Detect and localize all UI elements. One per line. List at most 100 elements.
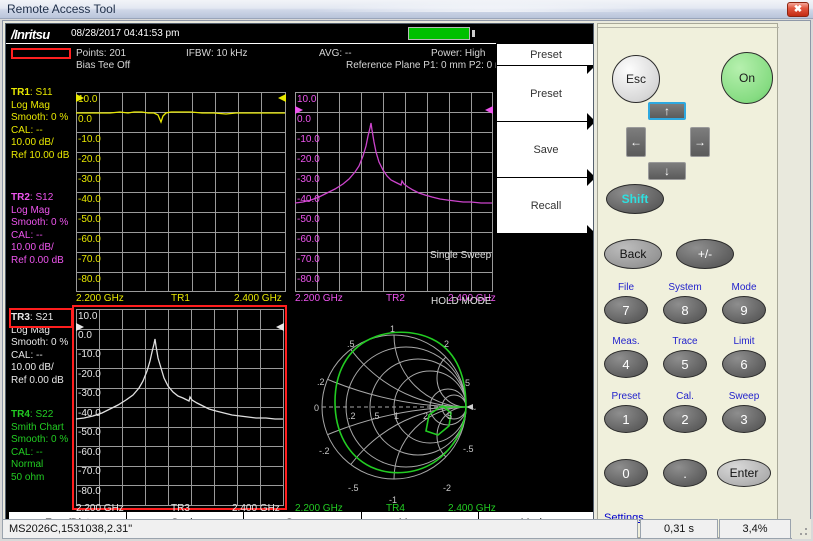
key-7[interactable]: 7 <box>604 296 648 324</box>
tr1-param: S11 <box>35 87 53 98</box>
titlebar-glare <box>300 0 680 12</box>
key-label-preset: Preset <box>611 391 641 402</box>
trace-label-tr1[interactable]: TR1: S11 Log Mag Smooth: 0 % CAL: -- 10.… <box>11 87 69 162</box>
keypad-divider <box>598 27 779 28</box>
tr2-cal: CAL: -- <box>11 229 43 241</box>
key-label-limit: Limit <box>733 336 755 347</box>
status-elapsed-time: 0,31 s <box>640 519 718 539</box>
key-label-trace: Trace <box>672 336 698 347</box>
svg-text:-.2: -.2 <box>319 446 330 456</box>
arrow-up-icon[interactable]: ↑ <box>648 102 686 120</box>
arrow-left-icon[interactable]: ← <box>626 127 646 157</box>
tr2-ytick-3: -20.0 <box>297 154 320 165</box>
reference-plane-label: Reference Plane P1: 0 mm P2: 0 mm <box>346 60 512 71</box>
svg-text:5: 5 <box>465 378 470 388</box>
window-titlebar: Remote Access Tool ✖ <box>0 0 813 19</box>
graph-tr3[interactable] <box>76 309 284 506</box>
tr3-ytick-6: -50.0 <box>78 427 101 438</box>
tr4-ref: 50 ohm <box>11 471 45 483</box>
tr2-ytick-2: -10.0 <box>297 134 320 145</box>
trace-label-tr2[interactable]: TR2: S12 Log Mag Smooth: 0 % CAL: -- 10.… <box>11 192 68 267</box>
ifbw-label: IFBW: 10 kHz <box>186 48 248 59</box>
key-9[interactable]: 9 <box>722 296 766 324</box>
tr4-format: Smith Chart <box>11 421 64 433</box>
tr1-ytick-5: -40.0 <box>78 194 101 205</box>
tr1-graph-label: TR1 <box>171 293 190 304</box>
key-1[interactable]: 1 <box>604 405 648 433</box>
key-4[interactable]: 4 <box>604 350 648 378</box>
tr3-param: S21 <box>35 312 54 323</box>
tr3-ref: Ref 0.00 dB <box>11 374 64 386</box>
softkey-save[interactable]: Save <box>496 121 593 178</box>
key-5[interactable]: 5 <box>663 350 707 378</box>
tr4-scale: Normal <box>11 459 44 470</box>
tr2-ytick-6: -50.0 <box>297 214 320 225</box>
svg-text:5: 5 <box>447 411 452 421</box>
esc-button[interactable]: Esc <box>612 55 660 103</box>
key-label-system: System <box>668 282 702 293</box>
instrument-screen: /Inritsu 08/28/2017 04:41:53 pm Points: … <box>5 23 594 538</box>
tr4-id: TR4 <box>11 409 30 420</box>
tr1-ytick-9: -80.0 <box>78 274 101 285</box>
window-title: Remote Access Tool <box>7 2 116 16</box>
key-label-file: File <box>617 282 635 293</box>
key-2[interactable]: 2 <box>663 405 707 433</box>
tr4-smooth: Smooth: 0 % <box>11 434 69 445</box>
power-label: Power: High <box>431 48 486 59</box>
arrow-down-icon[interactable]: ↓ <box>648 162 686 180</box>
plus-minus-button[interactable]: +/- <box>676 239 734 269</box>
graph-tr4-smith[interactable]: 1 2 .5 5 .2 0 ~ -.2 -.5 -.5 -2 -1 .2 .5 <box>295 309 493 506</box>
softkey-preset[interactable]: Preset <box>496 65 593 122</box>
key-0[interactable]: 0 <box>604 459 648 487</box>
back-button[interactable]: Back <box>604 239 662 269</box>
key-3[interactable]: 3 <box>722 405 766 433</box>
softkey-menu-filler <box>496 234 593 536</box>
tr1-stop-freq: 2.400 GHz <box>234 293 282 304</box>
tr3-ytick-0: 10.0 <box>78 311 98 322</box>
tr2-ytick-4: -30.0 <box>297 174 320 185</box>
tr1-ytick-2: -10.0 <box>78 134 101 145</box>
shift-button[interactable]: Shift <box>606 184 664 214</box>
trace-label-tr4[interactable]: TR4: S22 Smith Chart Smooth: 0 % CAL: --… <box>11 409 68 484</box>
key-6[interactable]: 6 <box>722 350 766 378</box>
tr2-format: Log Mag <box>11 204 50 216</box>
tr1-ytick-6: -50.0 <box>78 214 101 225</box>
tr3-ytick-9: -80.0 <box>78 486 101 497</box>
tr2-ref: Ref 0.00 dB <box>11 254 64 266</box>
trace-label-tr3[interactable]: TR3: S21 Log Mag Smooth: 0 % CAL: -- 10.… <box>11 312 68 387</box>
key-decimal[interactable]: . <box>663 459 707 487</box>
tr2-start-freq: 2.200 GHz <box>295 293 343 304</box>
svg-text:.5: .5 <box>347 339 355 349</box>
tr1-ref: Ref 10.00 dB <box>11 149 70 161</box>
tr4-param: S22 <box>35 409 54 420</box>
power-on-button[interactable]: On <box>721 52 773 104</box>
avg-label: AVG: -- <box>319 48 352 59</box>
anritsu-logo: /Inritsu <box>11 27 50 42</box>
key-enter[interactable]: Enter <box>717 459 771 487</box>
app-root: Remote Access Tool ✖ /Inritsu 08/28/2017… <box>0 0 813 541</box>
battery-icon <box>408 27 470 40</box>
limit-indicator <box>11 48 71 59</box>
svg-text:.5: .5 <box>372 411 380 421</box>
tr2-param: S12 <box>35 192 54 203</box>
key-8[interactable]: 8 <box>663 296 707 324</box>
softkey-recall[interactable]: Recall <box>496 177 593 234</box>
key-label-sweep: Sweep <box>728 391 760 402</box>
tr3-format: Log Mag <box>11 324 50 336</box>
hardware-keypad-panel: Esc On ↑ ← → ↓ Shift Back +/- File Syste… <box>597 23 779 538</box>
tr1-ytick-3: -20.0 <box>78 154 101 165</box>
status-bar: MS2026C,1531038,2.31" 0,31 s 3,4% <box>2 519 811 539</box>
tr2-graph-label: TR2 <box>386 293 405 304</box>
tr3-ytick-2: -10.0 <box>78 349 101 360</box>
graph-tr1[interactable] <box>76 92 286 292</box>
svg-text:1: 1 <box>394 411 399 421</box>
svg-text:-.5: -.5 <box>348 483 359 493</box>
tr1-smooth: Smooth: 0 % <box>11 112 69 123</box>
datetime-label: 08/28/2017 04:41:53 pm <box>71 28 180 39</box>
close-icon[interactable]: ✖ <box>787 2 809 17</box>
resize-grip-icon[interactable] <box>792 519 811 539</box>
graph-tr2[interactable] <box>295 92 493 292</box>
instrument-header: /Inritsu 08/28/2017 04:41:53 pm <box>6 24 593 44</box>
arrow-right-icon[interactable]: → <box>690 127 710 157</box>
tr3-ytick-5: -40.0 <box>78 408 101 419</box>
